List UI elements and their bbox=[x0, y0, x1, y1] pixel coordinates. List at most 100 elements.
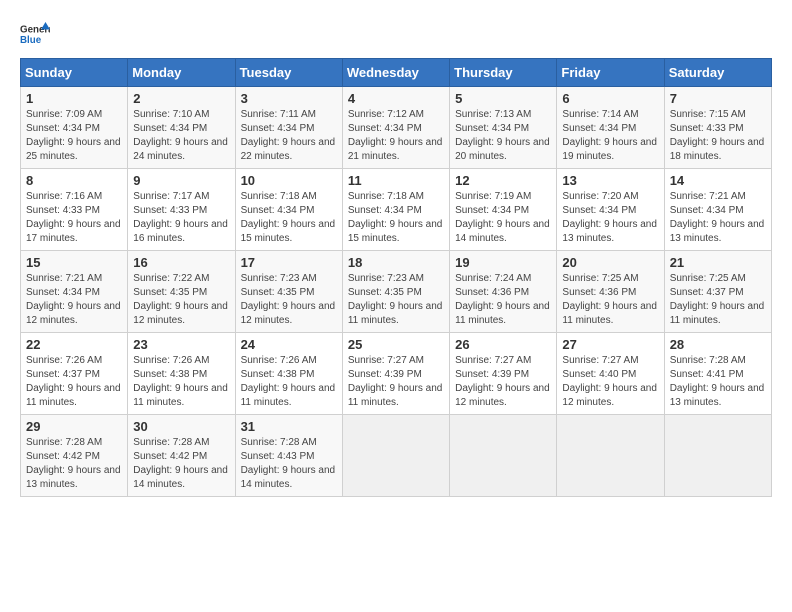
day-info: Sunrise: 7:26 AM Sunset: 4:38 PM Dayligh… bbox=[241, 354, 337, 410]
day-info: Sunrise: 7:23 AM Sunset: 4:35 PM Dayligh… bbox=[241, 272, 337, 328]
calendar-week-row: 8 Sunrise: 7:16 AM Sunset: 4:33 PM Dayli… bbox=[21, 169, 772, 251]
day-number: 1 bbox=[26, 91, 122, 106]
day-info: Sunrise: 7:19 AM Sunset: 4:34 PM Dayligh… bbox=[455, 190, 551, 246]
day-info: Sunrise: 7:27 AM Sunset: 4:39 PM Dayligh… bbox=[455, 354, 551, 410]
calendar-cell: 25 Sunrise: 7:27 AM Sunset: 4:39 PM Dayl… bbox=[342, 333, 449, 415]
calendar-cell: 31 Sunrise: 7:28 AM Sunset: 4:43 PM Dayl… bbox=[235, 415, 342, 497]
calendar-cell: 27 Sunrise: 7:27 AM Sunset: 4:40 PM Dayl… bbox=[557, 333, 664, 415]
day-info: Sunrise: 7:09 AM Sunset: 4:34 PM Dayligh… bbox=[26, 108, 122, 164]
day-number: 29 bbox=[26, 419, 122, 434]
calendar-cell: 30 Sunrise: 7:28 AM Sunset: 4:42 PM Dayl… bbox=[128, 415, 235, 497]
day-number: 22 bbox=[26, 337, 122, 352]
day-number: 24 bbox=[241, 337, 337, 352]
weekday-header-wednesday: Wednesday bbox=[342, 59, 449, 87]
day-number: 17 bbox=[241, 255, 337, 270]
day-number: 12 bbox=[455, 173, 551, 188]
calendar-cell bbox=[664, 415, 771, 497]
calendar-cell: 14 Sunrise: 7:21 AM Sunset: 4:34 PM Dayl… bbox=[664, 169, 771, 251]
day-info: Sunrise: 7:12 AM Sunset: 4:34 PM Dayligh… bbox=[348, 108, 444, 164]
day-info: Sunrise: 7:21 AM Sunset: 4:34 PM Dayligh… bbox=[670, 190, 766, 246]
day-info: Sunrise: 7:26 AM Sunset: 4:37 PM Dayligh… bbox=[26, 354, 122, 410]
day-info: Sunrise: 7:17 AM Sunset: 4:33 PM Dayligh… bbox=[133, 190, 229, 246]
calendar-week-row: 1 Sunrise: 7:09 AM Sunset: 4:34 PM Dayli… bbox=[21, 87, 772, 169]
day-info: Sunrise: 7:15 AM Sunset: 4:33 PM Dayligh… bbox=[670, 108, 766, 164]
day-info: Sunrise: 7:28 AM Sunset: 4:41 PM Dayligh… bbox=[670, 354, 766, 410]
weekday-header-monday: Monday bbox=[128, 59, 235, 87]
calendar-cell: 10 Sunrise: 7:18 AM Sunset: 4:34 PM Dayl… bbox=[235, 169, 342, 251]
calendar-cell: 7 Sunrise: 7:15 AM Sunset: 4:33 PM Dayli… bbox=[664, 87, 771, 169]
calendar-cell: 26 Sunrise: 7:27 AM Sunset: 4:39 PM Dayl… bbox=[450, 333, 557, 415]
calendar-cell: 22 Sunrise: 7:26 AM Sunset: 4:37 PM Dayl… bbox=[21, 333, 128, 415]
weekday-header-tuesday: Tuesday bbox=[235, 59, 342, 87]
day-number: 26 bbox=[455, 337, 551, 352]
calendar-cell: 12 Sunrise: 7:19 AM Sunset: 4:34 PM Dayl… bbox=[450, 169, 557, 251]
day-number: 10 bbox=[241, 173, 337, 188]
calendar-cell: 23 Sunrise: 7:26 AM Sunset: 4:38 PM Dayl… bbox=[128, 333, 235, 415]
day-number: 28 bbox=[670, 337, 766, 352]
day-info: Sunrise: 7:16 AM Sunset: 4:33 PM Dayligh… bbox=[26, 190, 122, 246]
day-info: Sunrise: 7:18 AM Sunset: 4:34 PM Dayligh… bbox=[348, 190, 444, 246]
calendar-cell: 18 Sunrise: 7:23 AM Sunset: 4:35 PM Dayl… bbox=[342, 251, 449, 333]
weekday-header-sunday: Sunday bbox=[21, 59, 128, 87]
day-number: 15 bbox=[26, 255, 122, 270]
calendar-week-row: 29 Sunrise: 7:28 AM Sunset: 4:42 PM Dayl… bbox=[21, 415, 772, 497]
calendar-cell: 16 Sunrise: 7:22 AM Sunset: 4:35 PM Dayl… bbox=[128, 251, 235, 333]
calendar-cell: 3 Sunrise: 7:11 AM Sunset: 4:34 PM Dayli… bbox=[235, 87, 342, 169]
calendar-cell: 21 Sunrise: 7:25 AM Sunset: 4:37 PM Dayl… bbox=[664, 251, 771, 333]
day-info: Sunrise: 7:28 AM Sunset: 4:43 PM Dayligh… bbox=[241, 436, 337, 492]
day-number: 19 bbox=[455, 255, 551, 270]
day-info: Sunrise: 7:11 AM Sunset: 4:34 PM Dayligh… bbox=[241, 108, 337, 164]
calendar-cell: 13 Sunrise: 7:20 AM Sunset: 4:34 PM Dayl… bbox=[557, 169, 664, 251]
day-number: 8 bbox=[26, 173, 122, 188]
day-number: 31 bbox=[241, 419, 337, 434]
weekday-header-thursday: Thursday bbox=[450, 59, 557, 87]
weekday-header-saturday: Saturday bbox=[664, 59, 771, 87]
calendar-week-row: 15 Sunrise: 7:21 AM Sunset: 4:34 PM Dayl… bbox=[21, 251, 772, 333]
day-info: Sunrise: 7:25 AM Sunset: 4:36 PM Dayligh… bbox=[562, 272, 658, 328]
calendar-cell: 24 Sunrise: 7:26 AM Sunset: 4:38 PM Dayl… bbox=[235, 333, 342, 415]
day-info: Sunrise: 7:27 AM Sunset: 4:40 PM Dayligh… bbox=[562, 354, 658, 410]
calendar-cell bbox=[450, 415, 557, 497]
calendar-week-row: 22 Sunrise: 7:26 AM Sunset: 4:37 PM Dayl… bbox=[21, 333, 772, 415]
weekday-header-row: SundayMondayTuesdayWednesdayThursdayFrid… bbox=[21, 59, 772, 87]
calendar-cell: 8 Sunrise: 7:16 AM Sunset: 4:33 PM Dayli… bbox=[21, 169, 128, 251]
day-number: 27 bbox=[562, 337, 658, 352]
day-number: 2 bbox=[133, 91, 229, 106]
calendar-cell: 17 Sunrise: 7:23 AM Sunset: 4:35 PM Dayl… bbox=[235, 251, 342, 333]
day-number: 5 bbox=[455, 91, 551, 106]
calendar-cell bbox=[557, 415, 664, 497]
day-info: Sunrise: 7:27 AM Sunset: 4:39 PM Dayligh… bbox=[348, 354, 444, 410]
day-info: Sunrise: 7:23 AM Sunset: 4:35 PM Dayligh… bbox=[348, 272, 444, 328]
logo-icon: General Blue bbox=[20, 20, 50, 48]
calendar-cell: 1 Sunrise: 7:09 AM Sunset: 4:34 PM Dayli… bbox=[21, 87, 128, 169]
day-info: Sunrise: 7:21 AM Sunset: 4:34 PM Dayligh… bbox=[26, 272, 122, 328]
calendar-cell: 5 Sunrise: 7:13 AM Sunset: 4:34 PM Dayli… bbox=[450, 87, 557, 169]
calendar-cell: 9 Sunrise: 7:17 AM Sunset: 4:33 PM Dayli… bbox=[128, 169, 235, 251]
day-number: 14 bbox=[670, 173, 766, 188]
calendar-cell: 11 Sunrise: 7:18 AM Sunset: 4:34 PM Dayl… bbox=[342, 169, 449, 251]
day-info: Sunrise: 7:18 AM Sunset: 4:34 PM Dayligh… bbox=[241, 190, 337, 246]
day-info: Sunrise: 7:14 AM Sunset: 4:34 PM Dayligh… bbox=[562, 108, 658, 164]
page-header: General Blue bbox=[20, 20, 772, 48]
day-number: 3 bbox=[241, 91, 337, 106]
calendar-cell: 29 Sunrise: 7:28 AM Sunset: 4:42 PM Dayl… bbox=[21, 415, 128, 497]
day-number: 16 bbox=[133, 255, 229, 270]
calendar-cell: 19 Sunrise: 7:24 AM Sunset: 4:36 PM Dayl… bbox=[450, 251, 557, 333]
day-info: Sunrise: 7:24 AM Sunset: 4:36 PM Dayligh… bbox=[455, 272, 551, 328]
calendar-cell: 6 Sunrise: 7:14 AM Sunset: 4:34 PM Dayli… bbox=[557, 87, 664, 169]
day-number: 23 bbox=[133, 337, 229, 352]
calendar-cell: 28 Sunrise: 7:28 AM Sunset: 4:41 PM Dayl… bbox=[664, 333, 771, 415]
day-info: Sunrise: 7:20 AM Sunset: 4:34 PM Dayligh… bbox=[562, 190, 658, 246]
calendar-cell: 4 Sunrise: 7:12 AM Sunset: 4:34 PM Dayli… bbox=[342, 87, 449, 169]
calendar-cell: 15 Sunrise: 7:21 AM Sunset: 4:34 PM Dayl… bbox=[21, 251, 128, 333]
calendar-cell: 2 Sunrise: 7:10 AM Sunset: 4:34 PM Dayli… bbox=[128, 87, 235, 169]
day-info: Sunrise: 7:26 AM Sunset: 4:38 PM Dayligh… bbox=[133, 354, 229, 410]
weekday-header-friday: Friday bbox=[557, 59, 664, 87]
day-number: 7 bbox=[670, 91, 766, 106]
day-number: 13 bbox=[562, 173, 658, 188]
day-number: 21 bbox=[670, 255, 766, 270]
day-number: 20 bbox=[562, 255, 658, 270]
day-number: 18 bbox=[348, 255, 444, 270]
day-info: Sunrise: 7:28 AM Sunset: 4:42 PM Dayligh… bbox=[133, 436, 229, 492]
day-info: Sunrise: 7:28 AM Sunset: 4:42 PM Dayligh… bbox=[26, 436, 122, 492]
